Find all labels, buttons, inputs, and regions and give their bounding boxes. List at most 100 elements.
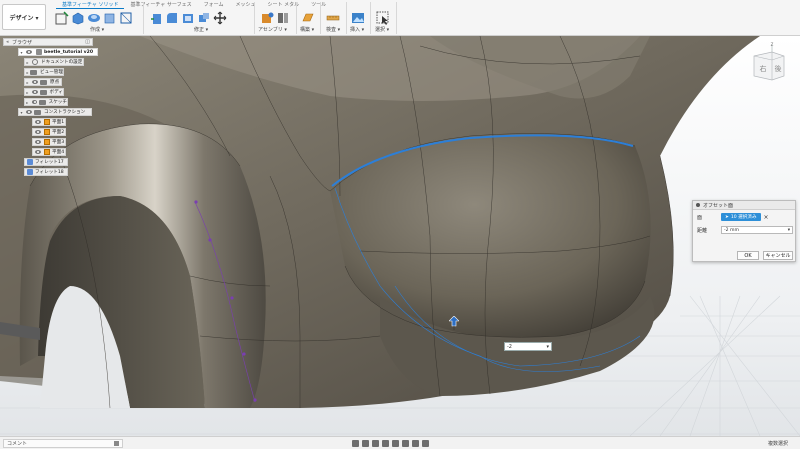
collapse-arrow-icon[interactable]: ▾ xyxy=(19,110,24,115)
add-comment-icon[interactable] xyxy=(114,441,119,446)
orbit-icon[interactable] xyxy=(352,440,359,447)
browser-header[interactable]: ◂ ブラウザ ◫ xyxy=(3,38,93,46)
clear-selection-icon[interactable]: × xyxy=(764,214,769,221)
tree-item-sketches[interactable]: ▸ スケッチ xyxy=(24,98,68,106)
pan-icon[interactable] xyxy=(372,440,379,447)
tree-item-label: フィレット18 xyxy=(35,170,64,175)
distance-input[interactable]: -2 mm ▾ xyxy=(721,226,793,234)
select-tools xyxy=(375,10,391,26)
bottom-bar: コメント 複数選択 xyxy=(0,436,800,449)
zoom-icon[interactable] xyxy=(382,440,389,447)
comments-label: コメント xyxy=(7,441,28,447)
move-icon[interactable] xyxy=(213,11,227,25)
visibility-eye-icon[interactable] xyxy=(31,90,38,94)
display-settings-icon[interactable] xyxy=(402,440,409,447)
tree-item-document-settings[interactable]: ▸ ドキュメントの設定 xyxy=(24,58,84,66)
toolbar-separator xyxy=(396,2,397,34)
expand-arrow-icon[interactable]: ▸ xyxy=(25,60,30,65)
viewports-icon[interactable] xyxy=(422,440,429,447)
tree-item-construction[interactable]: ▾ コンストラクション xyxy=(18,108,92,116)
insert-image-icon[interactable] xyxy=(351,11,365,25)
visibility-eye-icon[interactable] xyxy=(35,150,41,154)
view-cube-back-face[interactable]: 後 xyxy=(775,64,782,73)
plane-icon xyxy=(44,119,50,125)
tree-item-fillet[interactable]: フィレット17 xyxy=(24,158,68,166)
face-selection-chip[interactable]: ➤ 10 選択済み xyxy=(721,213,761,221)
comments-panel[interactable]: コメント xyxy=(3,439,123,448)
visibility-eye-icon[interactable] xyxy=(26,50,32,54)
expand-arrow-icon[interactable]: ▸ xyxy=(25,100,30,105)
tree-item-plane[interactable]: 平面2 xyxy=(32,128,66,136)
sweep-icon[interactable] xyxy=(103,11,117,25)
tree-item-bodies[interactable]: ▸ ボディ xyxy=(24,88,64,96)
folder-icon xyxy=(34,109,41,115)
visibility-eye-icon[interactable] xyxy=(26,110,32,114)
combine-icon[interactable] xyxy=(197,11,211,25)
distance-label: 距離 xyxy=(697,227,708,234)
joint-icon[interactable] xyxy=(276,11,290,25)
visibility-eye-icon[interactable] xyxy=(35,130,41,134)
tab-tools[interactable]: ツール xyxy=(305,1,332,9)
extrude-icon[interactable] xyxy=(71,11,85,25)
visibility-eye-icon[interactable] xyxy=(35,140,41,144)
tree-item-plane[interactable]: 平面3 xyxy=(32,138,66,146)
tree-item-root[interactable]: ▾ beetle_tutorial v20 xyxy=(18,48,98,56)
tab-surface[interactable]: 基準フィーチャ サーフェス xyxy=(124,1,197,9)
expand-arrow-icon[interactable]: ▸ xyxy=(25,90,30,95)
canvas-distance-input[interactable]: -2 ▾ xyxy=(504,342,552,351)
insert-group-label[interactable]: 挿入 ▾ xyxy=(350,26,364,33)
construct-group-label[interactable]: 構築 ▾ xyxy=(300,26,314,33)
shell-icon[interactable] xyxy=(181,11,195,25)
model-canvas[interactable] xyxy=(0,35,800,437)
measure-icon[interactable] xyxy=(326,11,340,25)
3d-viewport[interactable] xyxy=(0,35,800,437)
distance-value: -2 mm xyxy=(724,227,739,233)
fillet-icon[interactable] xyxy=(165,11,179,25)
tab-form[interactable]: フォーム xyxy=(198,1,230,9)
chevron-down-icon[interactable]: ▾ xyxy=(546,344,549,350)
tree-item-named-views[interactable]: ▸ ビュー管理 xyxy=(24,68,64,76)
tree-item-plane[interactable]: 平面4 xyxy=(32,148,66,156)
view-cube[interactable]: Z 右 後 xyxy=(748,42,788,82)
press-pull-icon[interactable] xyxy=(149,11,163,25)
collapse-arrow-icon[interactable]: ▾ xyxy=(19,50,24,55)
inspect-group-label[interactable]: 検査 ▾ xyxy=(326,26,340,33)
create-group-label[interactable]: 作成 ▾ xyxy=(90,26,104,33)
visibility-eye-icon[interactable] xyxy=(32,80,38,84)
assemble-group-label[interactable]: アセンブリ ▾ xyxy=(258,26,287,33)
tab-solid[interactable]: 基準フィーチャ ソリッド xyxy=(56,1,125,9)
grid-settings-icon[interactable] xyxy=(412,440,419,447)
revolve-icon[interactable] xyxy=(87,11,101,25)
fit-icon[interactable] xyxy=(392,440,399,447)
sketch-icon[interactable] xyxy=(55,11,69,25)
view-cube-right-face[interactable]: 右 xyxy=(760,64,767,73)
box-icon[interactable] xyxy=(119,11,133,25)
tab-mesh[interactable]: メッシュ xyxy=(229,1,261,9)
select-group-label[interactable]: 選択 ▾ xyxy=(375,26,389,33)
visibility-eye-icon[interactable] xyxy=(31,100,38,104)
new-component-icon[interactable] xyxy=(260,11,274,25)
tree-item-origin[interactable]: ▸ 原点 xyxy=(24,78,62,86)
fillet-body-icon xyxy=(27,159,33,165)
offset-plane-icon[interactable] xyxy=(301,11,315,25)
tree-item-label: 平面1 xyxy=(52,120,65,125)
modify-group-label[interactable]: 修正 ▾ xyxy=(194,26,208,33)
panel-toggle-icon[interactable]: ◫ xyxy=(85,39,90,45)
select-icon[interactable] xyxy=(376,11,390,25)
visibility-eye-icon[interactable] xyxy=(35,120,41,124)
tree-item-label: ボディ xyxy=(49,90,63,95)
look-at-icon[interactable] xyxy=(362,440,369,447)
ok-button[interactable]: OK xyxy=(737,251,759,260)
tree-item-label: beetle_tutorial v20 xyxy=(44,49,94,55)
tree-item-fillet[interactable]: フィレット18 xyxy=(24,168,68,176)
expand-arrow-icon[interactable]: ▸ xyxy=(25,80,30,85)
tree-item-plane[interactable]: 平面1 xyxy=(32,118,66,126)
dialog-titlebar[interactable]: オフセット面 xyxy=(693,201,795,210)
fillet-body-icon xyxy=(27,169,33,175)
offset-arrow-handle[interactable] xyxy=(449,316,459,330)
toolbar-separator xyxy=(346,2,347,34)
workspace-switcher[interactable]: デザイン ▾ xyxy=(2,4,46,30)
cancel-button[interactable]: キャンセル xyxy=(763,251,793,260)
chevron-down-icon[interactable]: ▾ xyxy=(788,228,790,233)
tab-sheet-metal[interactable]: シート メタル xyxy=(261,1,305,9)
